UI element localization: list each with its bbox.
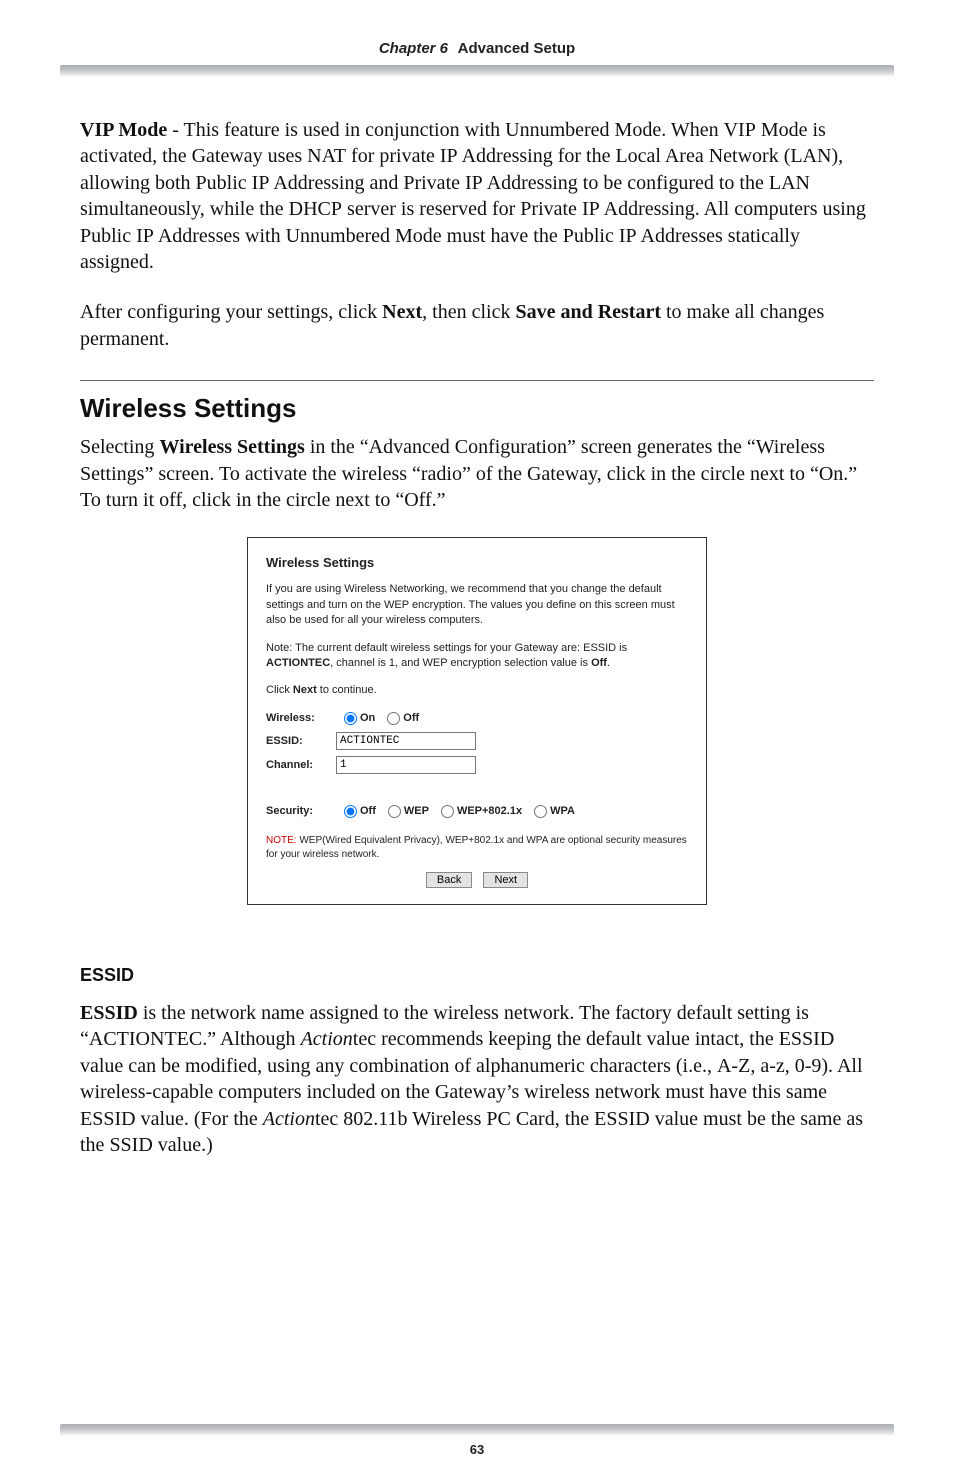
- dialog-buttons: Back Next: [266, 872, 688, 888]
- wireless-off-label: Off: [403, 711, 419, 726]
- security-wpa-radio[interactable]: [534, 805, 547, 818]
- security-row: Security: Off WEP WEP+802.1x WPA: [266, 804, 688, 819]
- dialog-security-note: NOTE: WEP(Wired Equivalent Privacy), WEP…: [266, 834, 688, 848]
- essid-input[interactable]: [336, 732, 476, 750]
- running-head: Chapter 6 Advanced Setup: [80, 40, 874, 57]
- vip-mode-paragraph: VIP Mode - This feature is used in conju…: [80, 117, 874, 275]
- dialog-click-next: Click Next to continue.: [266, 683, 688, 698]
- chapter-title: Advanced Setup: [458, 40, 576, 57]
- after-config-paragraph: After configuring your settings, click N…: [80, 299, 874, 352]
- essid-paragraph: ESSID is the network name assigned to th…: [80, 1000, 874, 1158]
- security-label: Security:: [266, 804, 336, 819]
- wireless-intro-paragraph: Selecting Wireless Settings in the “Adva…: [80, 434, 874, 513]
- channel-label: Channel:: [266, 758, 336, 773]
- security-wep8021x-radio[interactable]: [441, 805, 454, 818]
- wireless-settings-dialog: Wireless Settings If you are using Wirel…: [247, 537, 707, 905]
- channel-input[interactable]: [336, 756, 476, 774]
- page-number: 63: [0, 1442, 954, 1457]
- page-footer: 63: [0, 1424, 954, 1457]
- wireless-label: Wireless:: [266, 711, 336, 726]
- dialog-intro-text: If you are using Wireless Networking, we…: [266, 582, 688, 628]
- wireless-on-label: On: [360, 711, 375, 726]
- back-button[interactable]: Back: [426, 872, 472, 888]
- dialog-security-note-line2: for your wireless network.: [266, 848, 688, 862]
- next-button[interactable]: Next: [483, 872, 528, 888]
- security-wep-radio[interactable]: [388, 805, 401, 818]
- security-wpa-label: WPA: [550, 804, 575, 819]
- essid-subhead: ESSID: [80, 965, 874, 986]
- essid-label: ESSID:: [266, 734, 336, 749]
- security-wep-label: WEP: [404, 804, 429, 819]
- security-off-radio[interactable]: [344, 805, 357, 818]
- wireless-off-radio[interactable]: [387, 712, 400, 725]
- wireless-settings-heading: Wireless Settings: [80, 393, 874, 424]
- essid-row: ESSID:: [266, 732, 688, 750]
- header-rule: [60, 65, 894, 77]
- wireless-on-radio[interactable]: [344, 712, 357, 725]
- security-off-label: Off: [360, 804, 376, 819]
- footer-rule: [60, 1424, 894, 1436]
- dialog-note-defaults: Note: The current default wireless setti…: [266, 641, 688, 672]
- dialog-title: Wireless Settings: [266, 554, 688, 572]
- security-wep8021x-label: WEP+802.1x: [457, 804, 522, 819]
- spacer: [266, 780, 688, 798]
- channel-row: Channel:: [266, 756, 688, 774]
- chapter-label: Chapter 6: [379, 40, 448, 57]
- section-divider: [80, 380, 874, 381]
- wireless-row: Wireless: On Off: [266, 711, 688, 726]
